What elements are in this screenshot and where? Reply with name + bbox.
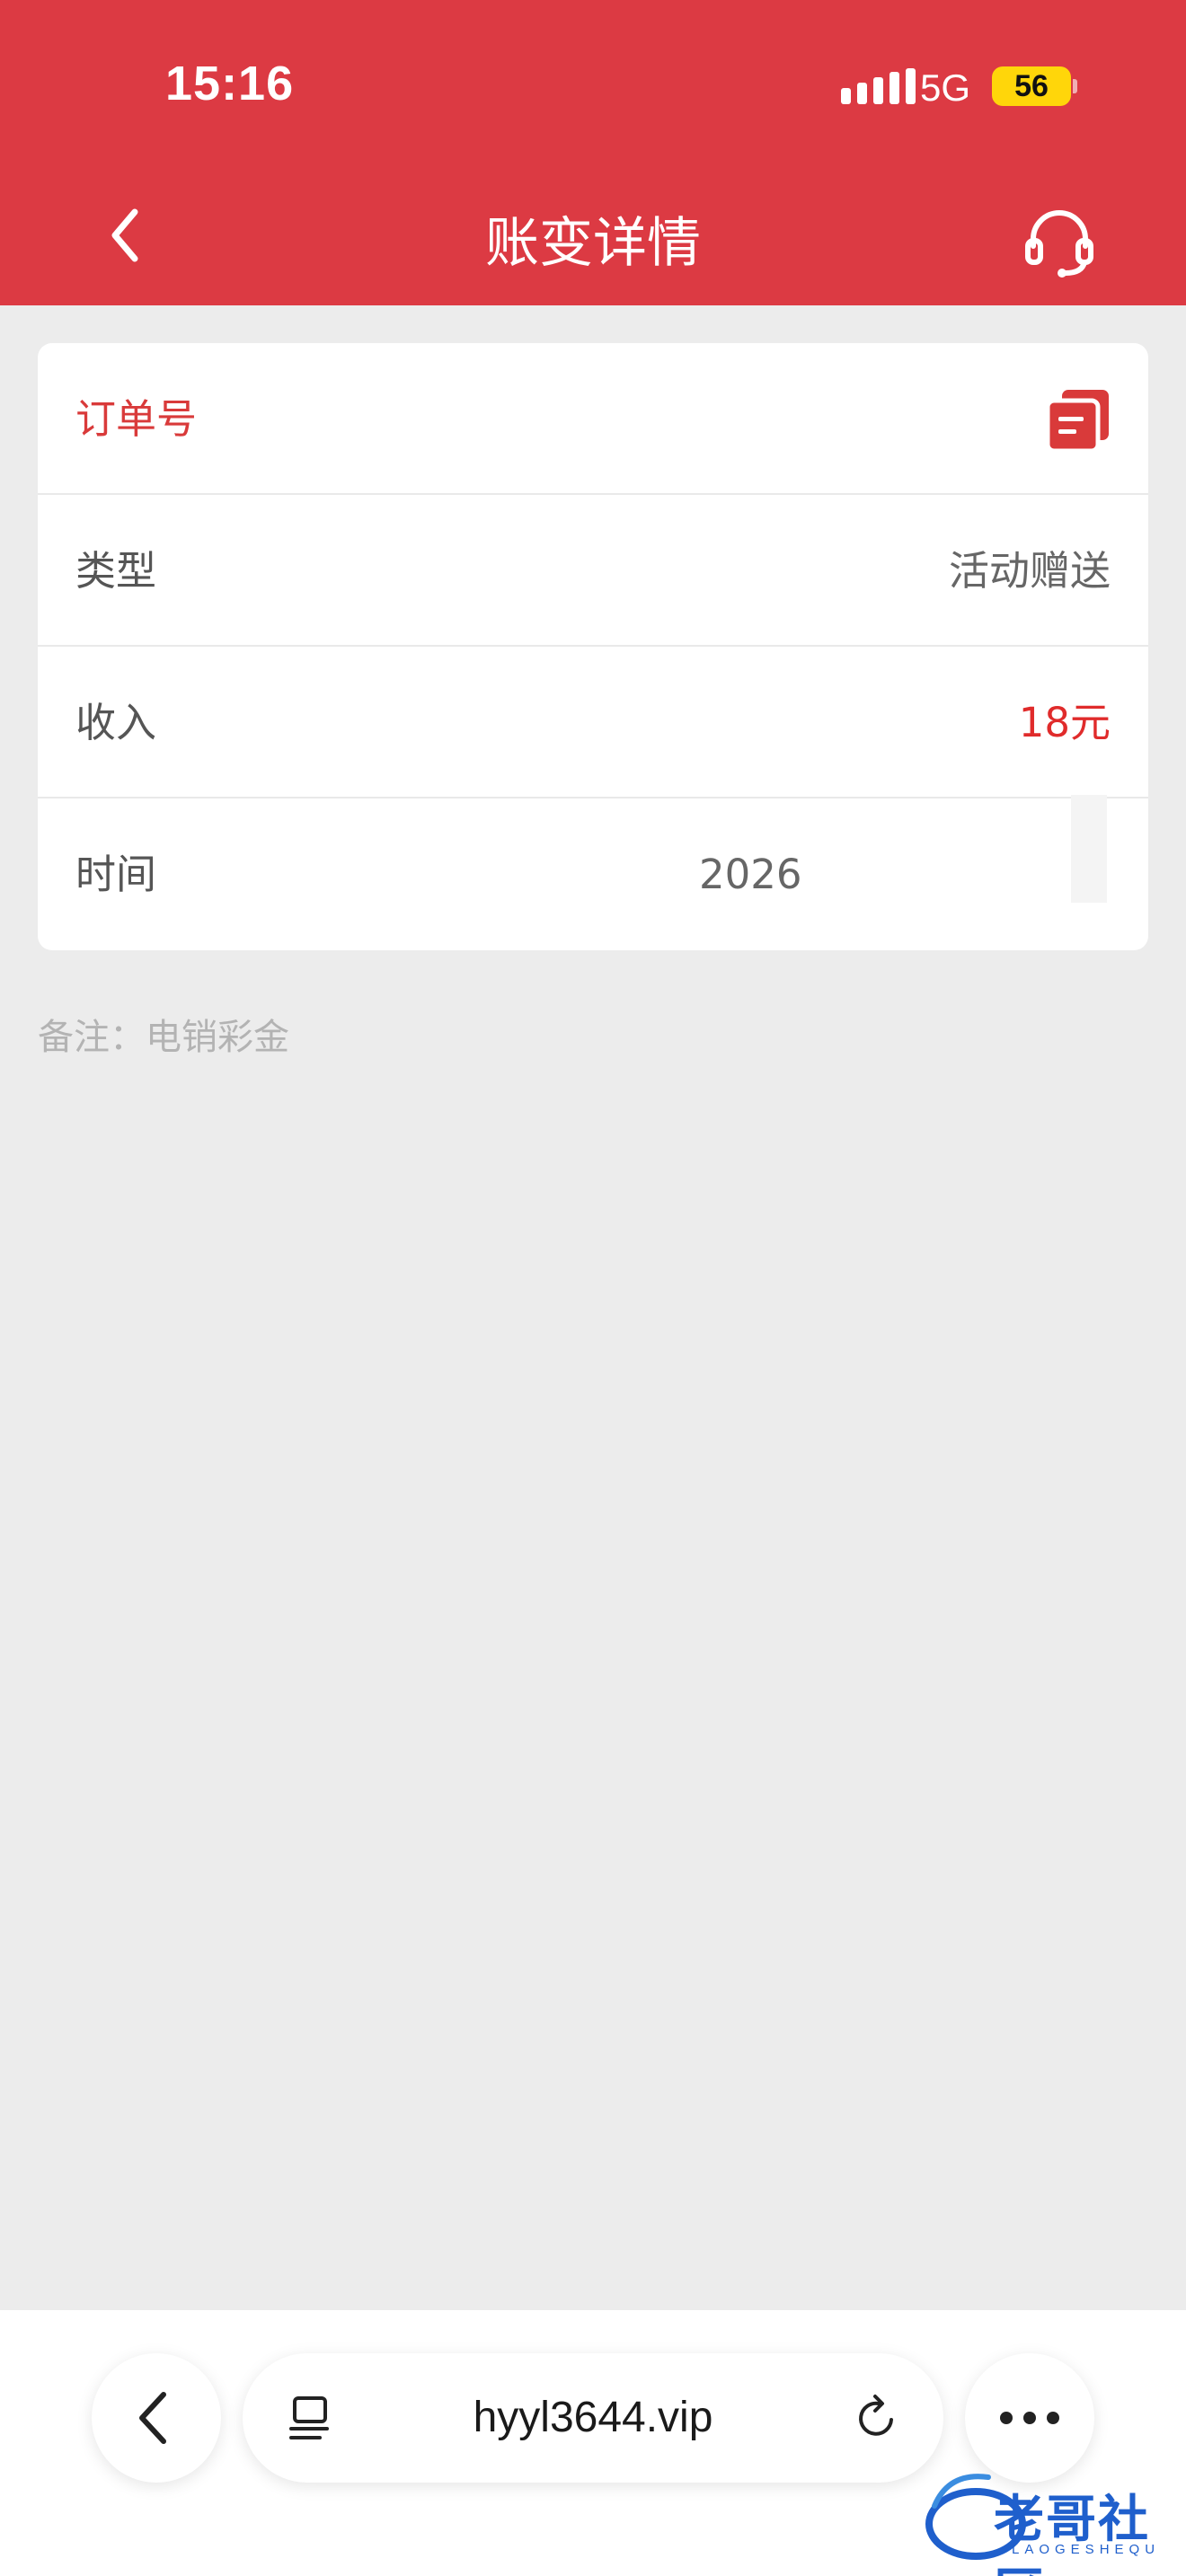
- time-row: 时间 2026: [38, 795, 1148, 950]
- address-bar[interactable]: hyyl3644.vip: [243, 2353, 943, 2483]
- signal-strength-icon: [841, 68, 916, 104]
- type-row: 类型 活动赠送: [38, 495, 1148, 647]
- customer-service-button[interactable]: [1021, 203, 1098, 280]
- watermark-subtext: LAOGESHEQU: [1012, 2542, 1161, 2557]
- remark-text: 备注：电销彩金: [38, 1017, 289, 1058]
- reload-button[interactable]: [852, 2393, 902, 2443]
- watermark-logo: 老哥社区 LAOGESHEQU: [922, 2466, 1182, 2576]
- time-value: 2026: [699, 851, 802, 898]
- browser-back-button[interactable]: [92, 2353, 221, 2483]
- reload-icon: [859, 2395, 893, 2436]
- income-row: 收入 18元: [38, 647, 1148, 798]
- type-value: 活动赠送: [948, 547, 1111, 595]
- order-number-row: 订单号: [38, 343, 1148, 495]
- more-icon: [1000, 2412, 1059, 2424]
- copy-order-button[interactable]: [1044, 386, 1112, 454]
- status-time: 15:16: [165, 57, 295, 110]
- redaction-mask: [807, 838, 1067, 915]
- network-type: 5G: [920, 66, 971, 109]
- transaction-detail-card: 订单号 类型 活动赠送 收入 18元 时间 2026: [38, 343, 1148, 950]
- url-text: hyyl3644.vip: [473, 2394, 713, 2441]
- income-label: 收入: [75, 699, 157, 746]
- page-title: 账变详情: [485, 212, 701, 275]
- page: 15:16 5G 56 账变详情 订单号 类型 活动赠送 收入 18元 时间 2…: [0, 0, 1186, 2576]
- watermark-text: 老哥社区: [994, 2491, 1150, 2576]
- copy-icon: [1045, 390, 1109, 454]
- battery-tip: [1073, 79, 1077, 93]
- redaction-mask: [1071, 795, 1107, 903]
- header-bar: 15:16 5G 56 账变详情: [0, 0, 1186, 305]
- chevron-left-icon: [139, 2392, 166, 2444]
- more-button[interactable]: [965, 2353, 1094, 2483]
- time-label: 时间: [75, 851, 157, 898]
- income-value: 18元: [1018, 699, 1111, 746]
- battery-indicator: 56: [992, 66, 1071, 106]
- headset-icon: [1025, 210, 1093, 278]
- type-label: 类型: [75, 547, 157, 595]
- order-number-label: 订单号: [75, 395, 198, 443]
